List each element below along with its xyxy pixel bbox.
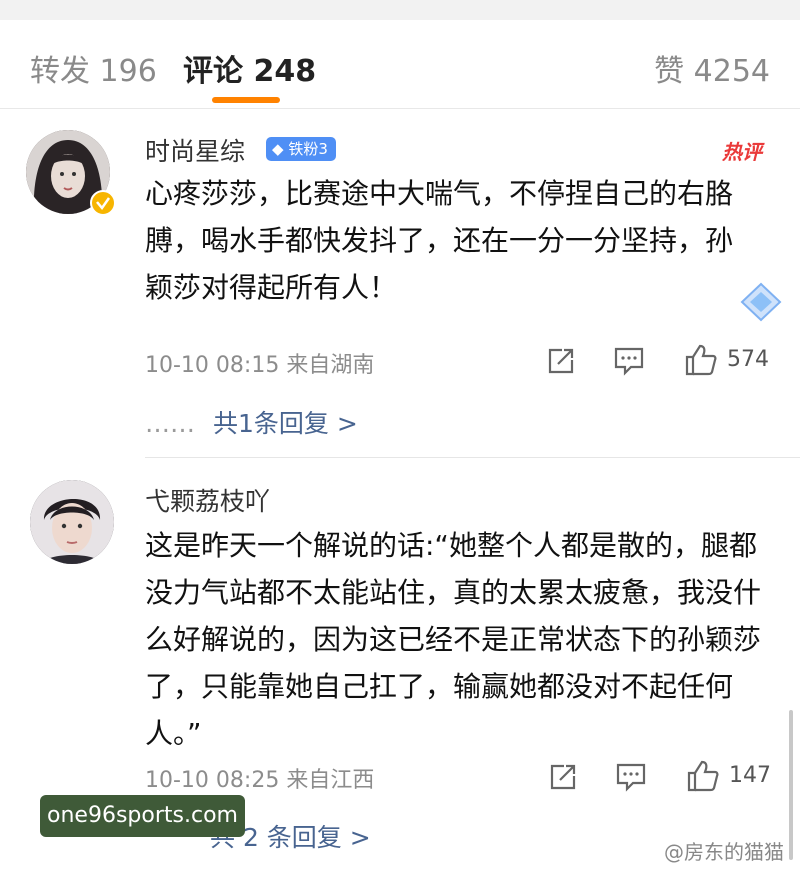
replies-label: 共1条回复 >	[213, 409, 358, 438]
like-count: 574	[727, 347, 769, 372]
repost-icon[interactable]	[546, 346, 576, 376]
hot-comment-tag: 热评	[722, 140, 762, 164]
corner-watermark: @房东的猫猫	[664, 840, 784, 864]
active-tab-indicator	[212, 97, 280, 103]
repost-icon[interactable]	[548, 762, 578, 792]
like-icon[interactable]	[686, 759, 720, 793]
tab-bar: 转发 196 评论 248 赞 4254	[0, 20, 800, 109]
comment-meta: 10-10 08:25 来自江西	[145, 768, 375, 793]
view-replies-link[interactable]: …… 共1条回复 >	[145, 404, 358, 440]
username[interactable]: 时尚星综	[145, 132, 245, 168]
like-icon[interactable]	[684, 343, 718, 377]
tab-likes[interactable]: 赞 4254	[654, 46, 770, 90]
fan-badge: ◆ 铁粉3	[266, 137, 336, 161]
scrollbar[interactable]	[789, 710, 793, 860]
comment-text: 这是昨天一个解说的话:“她整个人都是散的，腿都没力气站都不太能站住，真的太累太疲…	[145, 529, 762, 750]
diamond-icon	[740, 282, 782, 322]
verified-icon	[90, 190, 116, 216]
fan-badge-label: 铁粉3	[288, 140, 328, 158]
replies-dots: ……	[145, 409, 195, 438]
username[interactable]: 弋颗荔枝吖	[145, 482, 270, 518]
like-count: 147	[729, 763, 771, 788]
tab-comments[interactable]: 评论 248	[183, 46, 316, 90]
comment-meta: 10-10 08:15 来自湖南	[145, 353, 375, 378]
comment-icon[interactable]	[615, 762, 647, 792]
comment-divider	[145, 457, 800, 458]
comment-icon[interactable]	[613, 346, 645, 376]
tab-reposts[interactable]: 转发 196	[30, 46, 157, 90]
watermark: one96sports.com	[40, 795, 245, 837]
comment-text: 心疼莎莎，比赛途中大喘气，不停捏自己的右胳膊，喝水手都快发抖了，还在一分一分坚持…	[145, 177, 734, 304]
top-strip	[0, 0, 800, 20]
avatar[interactable]	[30, 480, 114, 564]
diamond-icon: ◆	[272, 140, 284, 158]
avatar-image	[30, 480, 114, 564]
